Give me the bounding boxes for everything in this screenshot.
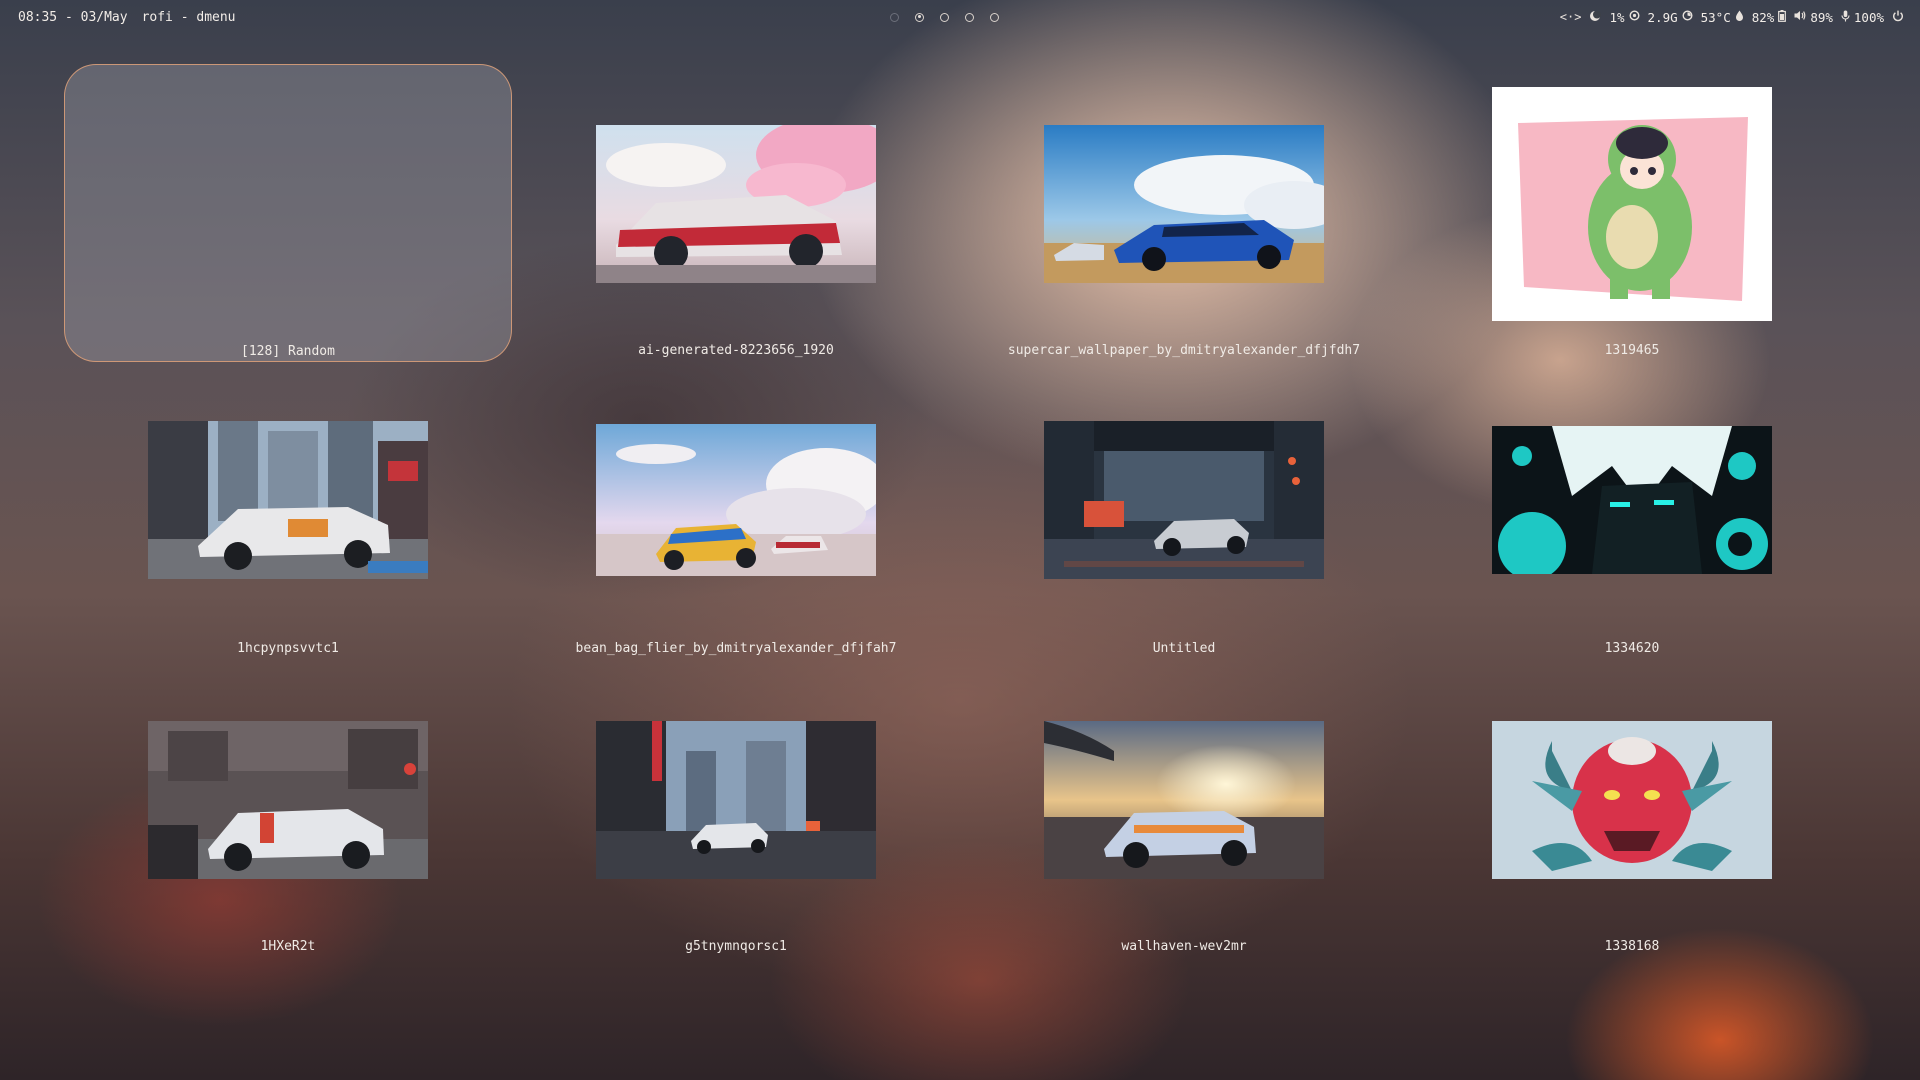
wallpaper-thumbnail (1044, 421, 1324, 579)
wallpaper-selector-grid: [128] Random ai-generated-8223656_1920 s… (64, 64, 1856, 958)
wallpaper-thumbnail (1492, 87, 1772, 321)
wallpaper-thumbnail (1492, 721, 1772, 879)
entry-label: ai-generated-8223656_1920 (638, 343, 834, 358)
workspace-1[interactable] (890, 12, 899, 22)
memory-module[interactable]: 2.9G (1648, 10, 1693, 25)
entry-label: supercar_wallpaper_by_dmitryalexander_df… (1007, 343, 1361, 358)
menu-entry[interactable]: Untitled (960, 362, 1408, 660)
clock-date[interactable]: 08:35 - 03/May (18, 10, 128, 25)
entry-label: wallhaven-wev2mr (1121, 939, 1247, 954)
menu-entry[interactable]: 1hcpynpsvvtc1 (64, 362, 512, 660)
cpu-module[interactable]: 1% (1609, 9, 1640, 25)
menu-entry[interactable]: supercar_wallpaper_by_dmitryalexander_df… (960, 64, 1408, 362)
wallpaper-thumbnail (148, 421, 428, 579)
memory-icon (1682, 10, 1693, 24)
workspace-2[interactable] (915, 12, 924, 22)
memory-usage: 2.9G (1647, 9, 1678, 25)
menu-entry[interactable]: 1319465 (1408, 64, 1856, 362)
wallpaper-thumbnail (596, 424, 876, 576)
wallpaper-thumbnail (596, 721, 876, 879)
wallpaper-thumbnail (1044, 125, 1324, 283)
menu-entry[interactable]: bean_bag_flier_by_dmitryalexander_dfjfah… (512, 362, 960, 660)
volume-level: 89% (1810, 9, 1833, 25)
menu-entry[interactable]: g5tnymnqorsc1 (512, 660, 960, 958)
entry-label: 1338168 (1604, 939, 1660, 954)
microphone-icon (1841, 10, 1850, 25)
entry-label: [128] Random (241, 344, 335, 359)
wallpaper-thumbnail (1044, 721, 1324, 879)
menu-entry[interactable]: 1334620 (1408, 362, 1856, 660)
microphone-module[interactable]: 100% (1841, 10, 1884, 25)
menu-entry[interactable]: 1HXeR2t (64, 660, 512, 958)
entry-label: Untitled (1152, 641, 1216, 656)
active-window-title: rofi - dmenu (141, 9, 236, 25)
wallpaper-thumbnail (1492, 426, 1772, 574)
temperature-value: 53°C (1700, 9, 1731, 25)
battery-level: 82% (1751, 9, 1775, 25)
menu-entry-random[interactable]: [128] Random (64, 64, 512, 362)
cpu-icon (1629, 10, 1640, 24)
workspace-4[interactable] (965, 12, 974, 22)
entry-label: g5tnymnqorsc1 (685, 939, 787, 954)
entry-label: bean_bag_flier_by_dmitryalexander_dfjfah… (575, 641, 897, 656)
entry-label: 1334620 (1604, 641, 1660, 656)
microphone-level: 100% (1853, 9, 1884, 25)
workspace-3[interactable] (940, 12, 949, 22)
moon-icon[interactable] (1589, 10, 1602, 25)
power-icon[interactable] (1892, 10, 1904, 25)
status-modules: <·> 1% 2.9G 53°C 82% 89% 100% (1560, 0, 1904, 34)
volume-module[interactable]: 89% (1794, 10, 1833, 25)
entry-label: 1hcpynpsvvtc1 (237, 641, 339, 656)
entry-label: 1319465 (1604, 343, 1660, 358)
temperature-icon (1735, 10, 1744, 25)
workspace-switcher (890, 0, 999, 34)
wallpaper-thumbnail (148, 721, 428, 879)
network-icon[interactable]: <·> (1560, 10, 1582, 24)
cpu-usage: 1% (1609, 9, 1625, 25)
volume-icon (1794, 10, 1806, 24)
menu-entry[interactable]: ai-generated-8223656_1920 (512, 64, 960, 362)
workspace-5[interactable] (990, 12, 999, 22)
battery-icon (1778, 9, 1787, 25)
top-bar: 08:35 - 03/May rofi - dmenu <·> 1% 2.9G … (0, 0, 1920, 34)
menu-entry[interactable]: wallhaven-wev2mr (960, 660, 1408, 958)
menu-entry[interactable]: 1338168 (1408, 660, 1856, 958)
top-bar-left: 08:35 - 03/May rofi - dmenu (18, 0, 236, 34)
battery-module[interactable]: 82% (1751, 9, 1787, 25)
temperature-module[interactable]: 53°C (1701, 10, 1744, 25)
wallpaper-thumbnail (596, 125, 876, 283)
entry-label: 1HXeR2t (260, 939, 316, 954)
